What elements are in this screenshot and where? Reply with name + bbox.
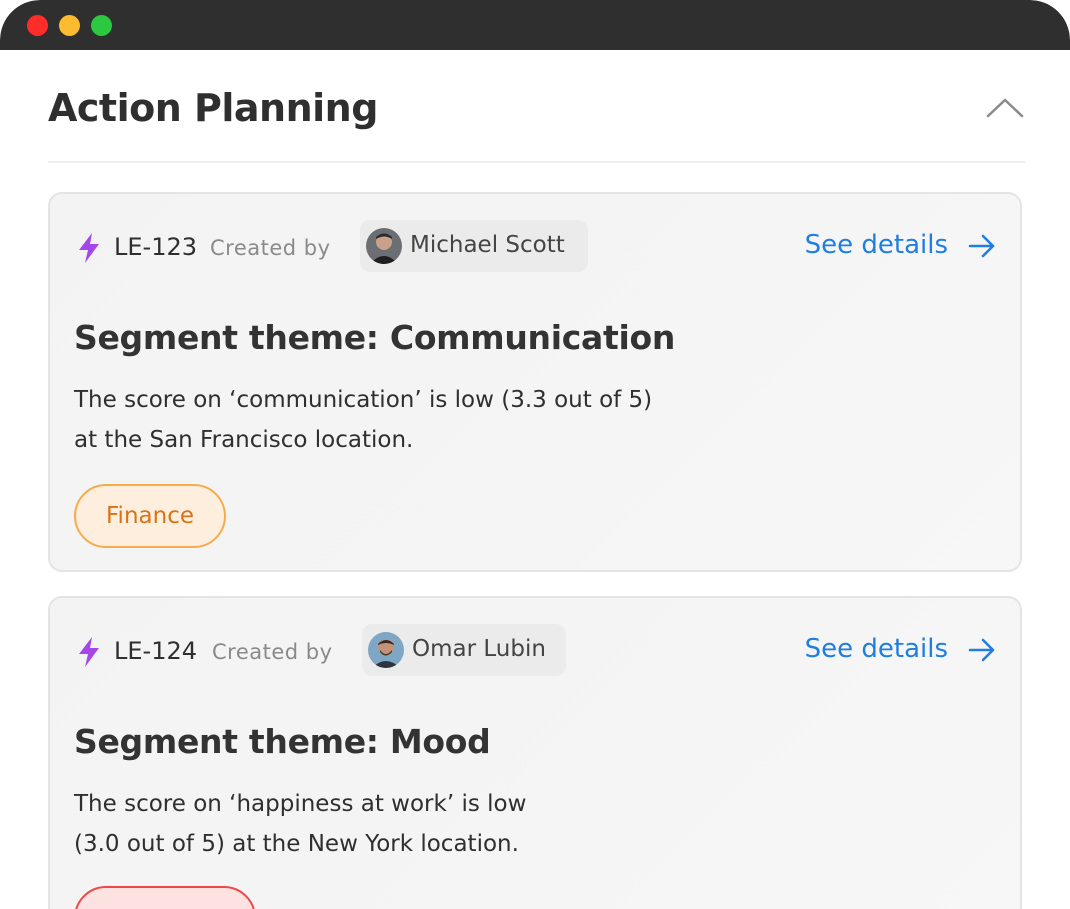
card-meta: LE-124 Created by Omar Lubin See details (76, 624, 996, 676)
page-title: Action Planning (48, 86, 378, 130)
created-by-label: Created by (212, 640, 333, 664)
user-chip[interactable]: Omar Lubin (362, 624, 566, 676)
created-by-label: Created by (210, 236, 331, 260)
department-tag[interactable]: Finance (74, 484, 226, 548)
arrow-right-icon (968, 638, 995, 662)
card-description-line-1: The score on ‘happiness at work’ is low (74, 791, 527, 817)
card-description-line-1: The score on ‘communication’ is low (3.3… (74, 387, 653, 413)
card-meta: LE-123 Created by Michael Scott See deta… (76, 220, 996, 272)
close-window-button[interactable] (27, 15, 48, 36)
department-tag[interactable] (74, 886, 256, 909)
action-card: LE-124 Created by Omar Lubin See details (48, 596, 1022, 909)
card-description-line-2: at the San Francisco location. (74, 427, 414, 453)
user-name: Omar Lubin (412, 636, 546, 662)
app-window: Action Planning LE-123 Created by Michae… (0, 0, 1070, 909)
user-name: Michael Scott (410, 232, 565, 258)
segment-theme-title: Segment theme: Communication (74, 318, 676, 357)
avatar (366, 228, 402, 264)
lightning-bolt-icon (79, 233, 99, 263)
see-details-label: See details (804, 230, 948, 260)
arrow-right-icon (968, 234, 995, 258)
section-header: Action Planning (48, 86, 1025, 136)
see-details-link[interactable]: See details (776, 230, 996, 262)
action-card: LE-123 Created by Michael Scott See deta… (48, 192, 1022, 572)
segment-theme-title: Segment theme: Mood (74, 722, 491, 761)
user-chip[interactable]: Michael Scott (360, 220, 588, 272)
card-description-line-2: (3.0 out of 5) at the New York location. (74, 831, 519, 857)
title-bar (0, 0, 1070, 50)
lightning-bolt-icon (79, 637, 99, 667)
avatar (368, 632, 404, 668)
see-details-label: See details (804, 634, 948, 664)
chevron-up-icon (986, 98, 1024, 118)
ticket-id[interactable]: LE-124 (114, 637, 197, 665)
header-divider (48, 161, 1025, 163)
see-details-link[interactable]: See details (776, 634, 996, 666)
collapse-button[interactable] (985, 92, 1025, 122)
ticket-id[interactable]: LE-123 (114, 233, 197, 261)
maximize-window-button[interactable] (91, 15, 112, 36)
minimize-window-button[interactable] (59, 15, 80, 36)
